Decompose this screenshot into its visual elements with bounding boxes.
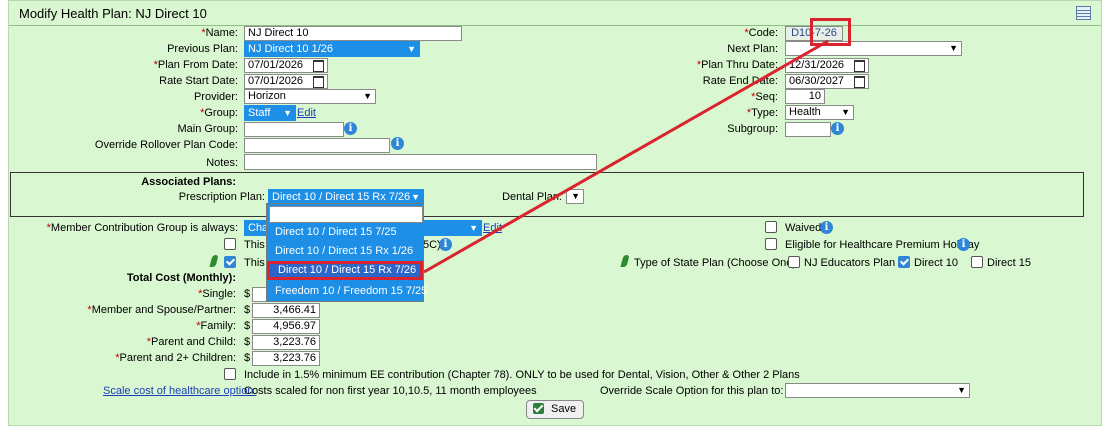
annotation-connector [423,39,829,274]
annotation-line [423,39,829,274]
